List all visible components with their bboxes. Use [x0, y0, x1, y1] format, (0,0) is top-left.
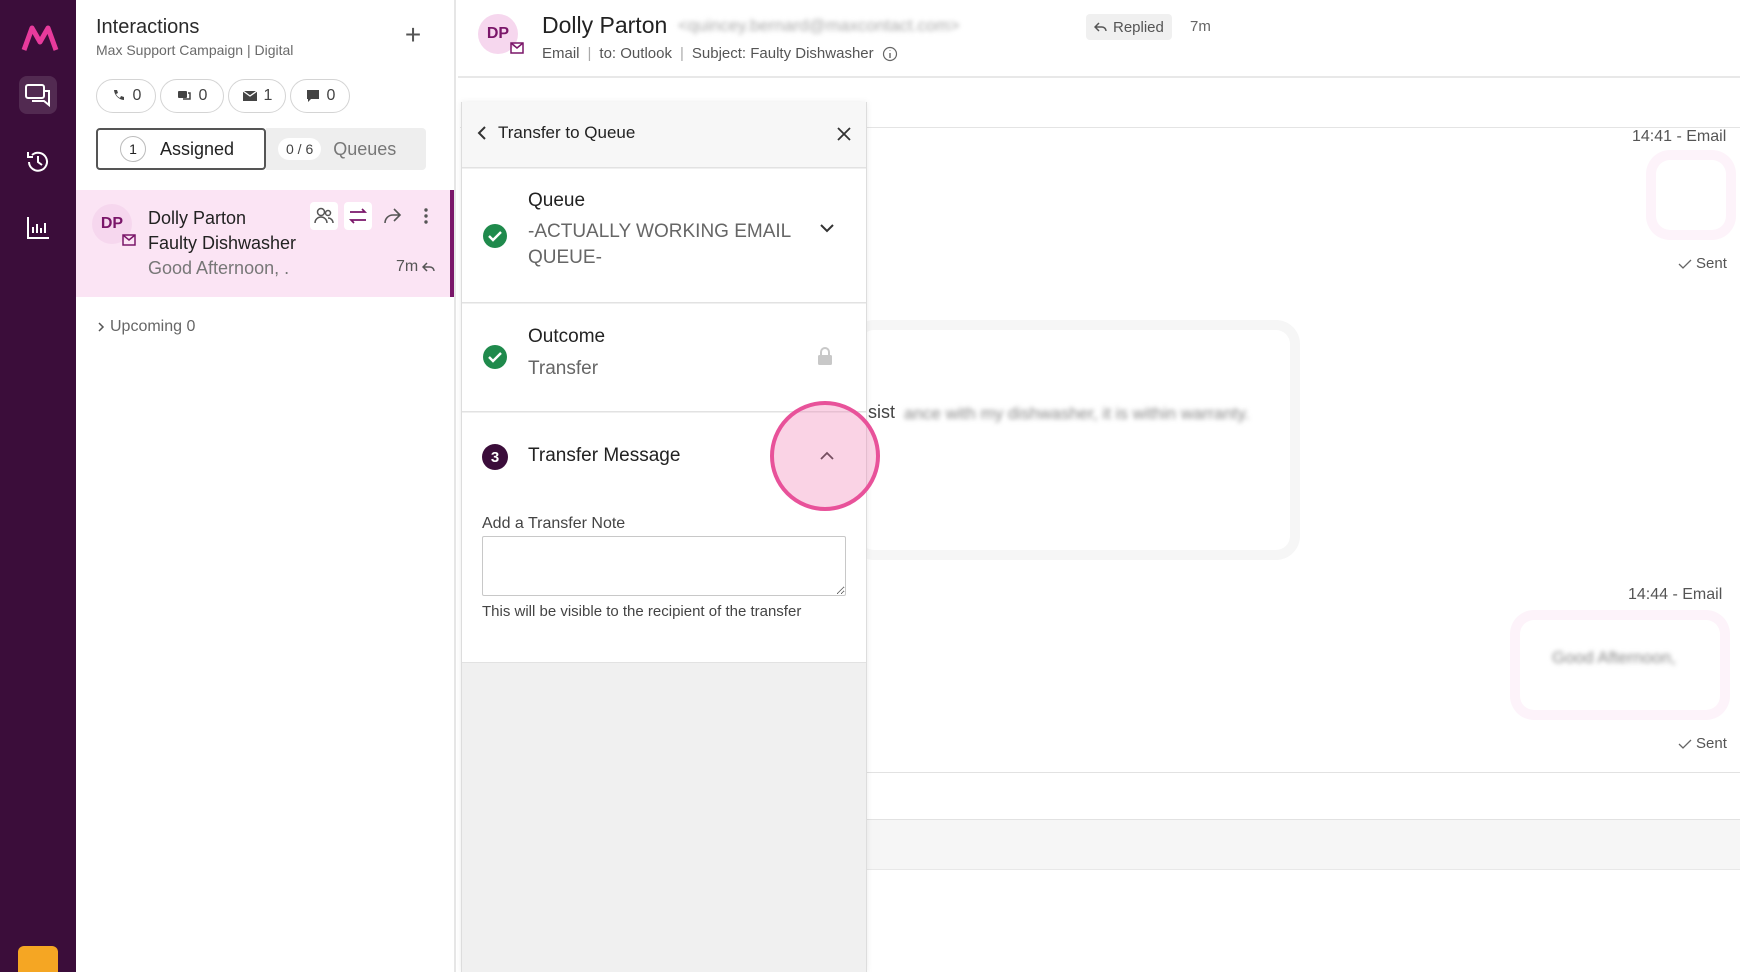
conversation-time: 7m — [396, 258, 436, 276]
campaign-subtitle: Max Support Campaign | Digital — [96, 42, 294, 58]
outcome-value: Transfer — [528, 358, 599, 379]
users-icon — [314, 207, 334, 224]
left-rail — [0, 0, 76, 972]
composer-area[interactable] — [867, 820, 1740, 870]
upcoming-label: Upcoming 0 — [110, 318, 196, 335]
message-timestamp-2: 14:44 - Email — [1628, 586, 1723, 603]
mail-icon — [510, 42, 524, 54]
composer-toolbar[interactable] — [867, 772, 1740, 820]
check-circle-icon — [483, 345, 507, 369]
status-label: Replied — [1113, 18, 1164, 36]
reply-icon — [422, 262, 435, 272]
reply-body-blurred: Good Afternoon, — [1552, 648, 1676, 667]
step-number-badge: 3 — [482, 444, 508, 470]
app-logo[interactable] — [20, 20, 60, 56]
transfer-button[interactable] — [344, 202, 372, 230]
queue-value-line1: -ACTUALLY WORKING EMAIL — [528, 221, 792, 242]
queue-step[interactable]: Queue -ACTUALLY WORKING EMAIL QUEUE- — [462, 169, 866, 303]
user-avatar-badge[interactable] — [18, 946, 58, 972]
queue-label: Queue — [528, 190, 586, 211]
assign-user-button[interactable] — [310, 202, 338, 230]
rail-reports-chart-icon[interactable] — [19, 209, 57, 247]
info-icon[interactable] — [882, 46, 898, 62]
message-count-chip[interactable]: 0 — [290, 79, 350, 113]
message-body-blurred: ance with my dishwasher, it is within wa… — [904, 404, 1250, 423]
conversation-actions — [310, 198, 450, 234]
forward-button[interactable] — [378, 202, 406, 230]
time-ago: 7m — [396, 258, 419, 275]
sent-status: Sent — [1678, 255, 1727, 272]
header-contact-name: Dolly Parton — [542, 12, 668, 38]
queue-value-line2: QUEUE- — [528, 247, 602, 268]
email-count: 1 — [263, 87, 273, 104]
panel-title: Interactions — [96, 16, 200, 38]
transfer-note-label: Add a Transfer Note — [482, 515, 626, 532]
add-interaction-button[interactable]: + — [400, 21, 426, 50]
transfer-arrows-icon — [348, 208, 368, 224]
outcome-step: Outcome Transfer — [462, 304, 866, 412]
chat-icon — [177, 91, 191, 100]
drawer-title: Transfer to Queue — [498, 123, 636, 142]
rail-history-icon[interactable] — [19, 143, 57, 181]
tab-assigned[interactable]: 1 Assigned — [96, 128, 266, 170]
chat-count-chip[interactable]: 0 — [160, 79, 224, 113]
phone-count: 0 — [132, 87, 142, 104]
queues-count: 0 / 6 — [278, 138, 322, 160]
transfer-note-input[interactable] — [482, 536, 846, 596]
assigned-count: 1 — [120, 136, 146, 162]
check-circle-icon — [483, 224, 507, 248]
transfer-drawer: Transfer to Queue Queue -ACTUALLY WORKIN… — [461, 102, 867, 972]
subject-label: Subject: Faulty Dishwasher — [691, 45, 874, 62]
click-highlight-marker — [770, 401, 880, 511]
mail-icon — [122, 234, 136, 246]
sent-status-2: Sent — [1678, 735, 1727, 752]
drawer-header: Transfer to Queue — [462, 102, 866, 168]
more-options-button[interactable] — [412, 202, 440, 230]
interactions-panel: Interactions Max Support Campaign | Digi… — [76, 0, 456, 972]
sent-label-2: Sent — [1696, 735, 1727, 752]
phone-count-chip[interactable]: 0 — [96, 79, 156, 113]
message-timestamp: 14:41 - Email — [1632, 128, 1727, 145]
email-meta: Email | to: Outlook | Subject: Faulty Di… — [542, 45, 898, 62]
queues-label: Queues — [333, 138, 397, 159]
assigned-label: Assigned — [160, 138, 235, 159]
reply-icon — [1094, 22, 1107, 32]
message-bubble-blurred — [1656, 160, 1726, 230]
email-count-chip[interactable]: 1 — [228, 79, 286, 113]
chevron-right-icon — [98, 322, 105, 332]
header-contact-email: <quincey.bernard@maxcontact.com> — [678, 16, 960, 35]
transfer-message-label: Transfer Message — [528, 445, 681, 466]
check-icon — [1678, 739, 1692, 749]
forward-icon — [384, 208, 402, 224]
rail-interactions-chat-icon[interactable] — [19, 76, 57, 114]
email-header: DP Dolly Parton <quincey.bernard@maxcont… — [458, 0, 1740, 78]
upcoming-toggle[interactable]: Upcoming 0 — [96, 318, 195, 336]
outcome-label: Outcome — [528, 326, 606, 347]
chat-count: 0 — [198, 87, 208, 104]
phone-icon — [113, 90, 124, 100]
incoming-message-card — [860, 330, 1290, 550]
lock-icon — [818, 347, 832, 365]
status-badge: Replied — [1086, 14, 1172, 40]
check-icon — [1678, 259, 1692, 269]
message-icon — [306, 90, 319, 102]
conversation-preview: Good Afternoon, . — [148, 258, 290, 278]
message-count: 0 — [326, 87, 336, 104]
contact-name: Dolly Parton — [148, 208, 247, 228]
header-time-ago: 7m — [1190, 18, 1211, 35]
chevron-down-icon[interactable] — [818, 221, 836, 235]
to-label: to: Outlook — [599, 45, 672, 62]
more-vertical-icon — [424, 208, 428, 224]
channel-label: Email — [542, 45, 580, 62]
close-icon[interactable] — [834, 124, 854, 144]
tab-queues[interactable]: 0 / 6 Queues — [266, 128, 426, 170]
conversation-list-item[interactable]: DP Dolly Parton Faulty Dishwasher Good A… — [76, 190, 454, 297]
back-chevron-icon[interactable] — [474, 124, 492, 142]
conversation-subject: Faulty Dishwasher — [148, 233, 297, 253]
mail-icon — [242, 90, 257, 101]
message-visible-fragment: sist — [868, 402, 895, 422]
sent-label: Sent — [1696, 255, 1727, 272]
transfer-note-help: This will be visible to the recipient of… — [482, 603, 802, 620]
